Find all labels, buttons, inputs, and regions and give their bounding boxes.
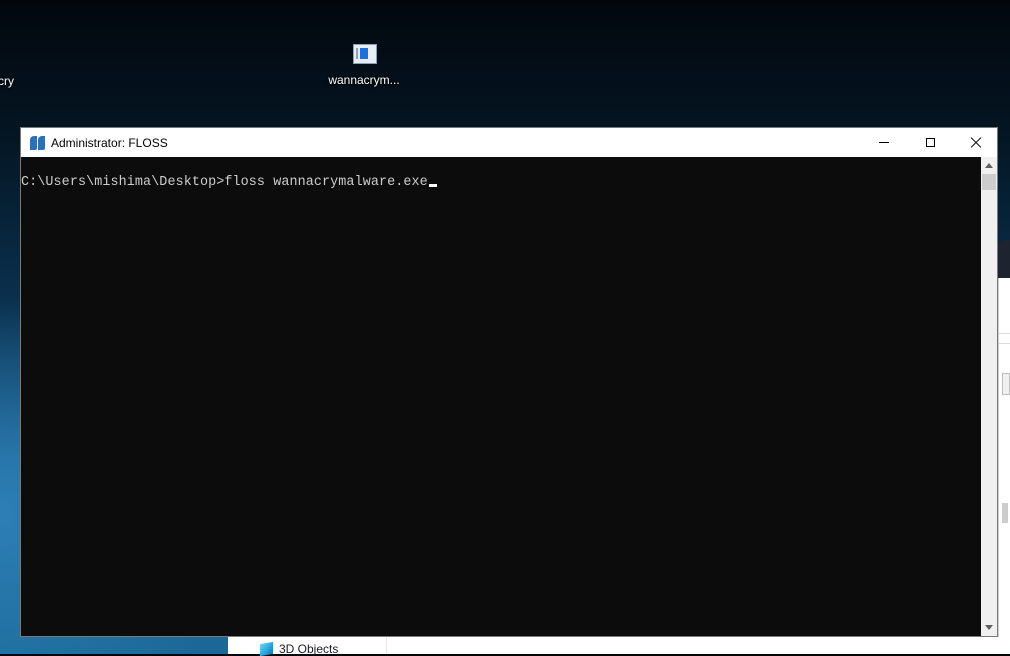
minimize-button[interactable] — [861, 128, 907, 157]
background-scrollbar — [1002, 373, 1010, 395]
executable-icon — [353, 44, 377, 64]
maximize-icon — [925, 138, 935, 147]
close-icon — [970, 137, 982, 149]
prompt-command: C:\Users\mishima\Desktop>floss wannacrym… — [21, 175, 428, 190]
desktop-icon-label-cry[interactable]: cry — [0, 74, 14, 88]
chevron-up-icon — [985, 163, 993, 168]
floss-quote-icon — [30, 135, 46, 150]
background-explorer-window[interactable] — [998, 278, 1010, 654]
scroll-down-button[interactable] — [981, 619, 997, 636]
scroll-up-button[interactable] — [981, 157, 997, 174]
title-bar[interactable]: Administrator: FLOSS — [21, 128, 997, 157]
text-cursor — [428, 184, 437, 187]
command-line: C:\Users\mishima\Desktop>floss wannacrym… — [21, 175, 437, 190]
minimize-icon — [879, 142, 889, 143]
maximize-button[interactable] — [907, 128, 953, 157]
desktop-icon-wannacry[interactable]: wannacrym... — [326, 44, 402, 87]
desktop-icon-label-wannacry: wannacrym... — [328, 73, 400, 87]
vertical-scrollbar[interactable] — [981, 157, 997, 636]
close-button[interactable] — [953, 128, 999, 157]
console-window[interactable]: Administrator: FLOSS C:\Users\mishima\De… — [20, 127, 998, 637]
scrollbar-thumb[interactable] — [982, 174, 996, 190]
background-scrollbar-thumb — [1002, 503, 1008, 523]
window-title: Administrator: FLOSS — [51, 135, 168, 150]
chevron-down-icon — [985, 625, 993, 630]
background-explorer-navpane: 3D Objects — [228, 637, 1010, 656]
console-output[interactable]: C:\Users\mishima\Desktop>floss wannacrym… — [21, 157, 981, 636]
